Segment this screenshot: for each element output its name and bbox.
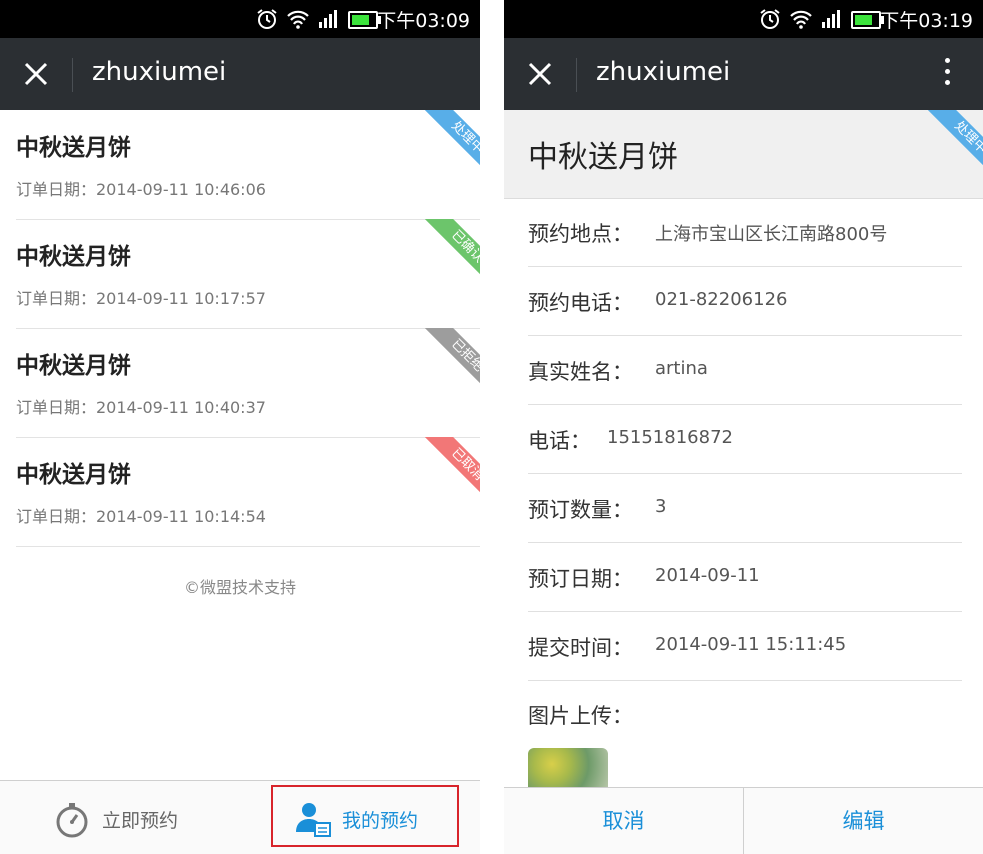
field-label: 预约地点： bbox=[528, 222, 633, 246]
battery-icon bbox=[851, 11, 884, 29]
status-badge: 已确认 bbox=[424, 219, 480, 279]
status-badge: 已取消 bbox=[424, 437, 480, 497]
detail-row-quantity: 预订数量： 3 bbox=[528, 474, 962, 543]
order-item[interactable]: 中秋送月饼 订单日期：2014-09-11 10:14:54 已取消 bbox=[16, 437, 480, 547]
field-value: 15151816872 bbox=[607, 427, 733, 448]
status-time: 下午03:09 bbox=[377, 10, 470, 32]
detail-row-phone: 预约电话： 021-82206126 bbox=[528, 267, 962, 336]
signal-icon bbox=[822, 10, 840, 28]
field-label: 提交时间： bbox=[528, 636, 633, 660]
order-item[interactable]: 中秋送月饼 订单日期：2014-09-11 10:40:37 已拒绝 bbox=[16, 328, 480, 438]
status-badge: 已拒绝 bbox=[424, 328, 480, 388]
wifi-icon bbox=[790, 10, 812, 29]
wifi-icon bbox=[287, 10, 309, 29]
field-value: 021-82206126 bbox=[655, 289, 788, 310]
field-label: 电话： bbox=[528, 429, 591, 453]
battery-icon bbox=[348, 11, 381, 29]
field-label: 预订日期： bbox=[528, 567, 633, 591]
field-value: 2014-09-11 bbox=[655, 565, 760, 586]
status-ribbon: 已取消 bbox=[420, 437, 480, 497]
status-bar: 下午03:19 bbox=[504, 0, 983, 38]
highlight-box bbox=[271, 785, 459, 847]
title-bar: zhuxiumei bbox=[0, 38, 480, 110]
screen-divider bbox=[480, 0, 504, 854]
detail-row-submitted: 提交时间： 2014-09-11 15:11:45 bbox=[528, 612, 962, 681]
signal-icon bbox=[319, 10, 337, 28]
order-detail-screen: 下午03:19 zhuxiumei 中秋送月饼 处理中 预约地点： 上海市宝山区… bbox=[504, 0, 983, 854]
order-date: 订单日期：2014-09-11 10:46:06 bbox=[16, 180, 266, 199]
field-value: artina bbox=[655, 358, 708, 379]
detail-title: 中秋送月饼 bbox=[528, 140, 678, 175]
status-bar: 下午03:09 bbox=[0, 0, 480, 38]
book-now-tab[interactable]: 立即预约 bbox=[0, 781, 240, 854]
order-item[interactable]: 中秋送月饼 订单日期：2014-09-11 10:46:06 处理中 bbox=[16, 110, 480, 220]
upload-label: 图片上传： bbox=[528, 704, 633, 728]
order-title: 中秋送月饼 bbox=[16, 462, 131, 488]
support-footer: ©微盟技术支持 bbox=[183, 578, 296, 597]
field-value: 上海市宝山区长江南路800号 bbox=[655, 224, 888, 245]
uploaded-image-thumbnail[interactable] bbox=[528, 748, 608, 788]
detail-header: 中秋送月饼 处理中 bbox=[504, 110, 983, 199]
detail-row-name: 真实姓名： artina bbox=[528, 336, 962, 405]
status-ribbon: 处理中 bbox=[420, 110, 480, 170]
status-badge: 处理中 bbox=[927, 110, 983, 170]
page-title: zhuxiumei bbox=[92, 57, 227, 87]
field-value: 3 bbox=[655, 496, 667, 517]
order-title: 中秋送月饼 bbox=[16, 135, 131, 161]
alarm-icon bbox=[760, 9, 780, 29]
order-item[interactable]: 中秋送月饼 订单日期：2014-09-11 10:17:57 已确认 bbox=[16, 219, 480, 329]
status-ribbon: 已拒绝 bbox=[420, 328, 480, 388]
field-label: 真实姓名： bbox=[528, 360, 633, 384]
bottom-nav: 立即预约 我的预约 bbox=[0, 780, 480, 854]
my-orders-screen: 下午03:09 zhuxiumei 中秋送月饼 订单日期：2014-09-11 … bbox=[0, 0, 480, 854]
field-label: 预订数量： bbox=[528, 498, 633, 522]
detail-row-date: 预订日期： 2014-09-11 bbox=[528, 543, 962, 612]
action-bar: 取消 编辑 bbox=[504, 787, 983, 854]
title-bar: zhuxiumei bbox=[504, 38, 983, 110]
status-ribbon: 已确认 bbox=[420, 219, 480, 279]
field-label: 预约电话： bbox=[528, 291, 633, 315]
detail-row-location: 预约地点： 上海市宝山区长江南路800号 bbox=[528, 198, 962, 267]
cancel-button[interactable]: 取消 bbox=[504, 788, 743, 854]
edit-button[interactable]: 编辑 bbox=[744, 788, 983, 854]
page-title: zhuxiumei bbox=[596, 57, 731, 87]
stopwatch-icon bbox=[56, 803, 88, 838]
order-date: 订单日期：2014-09-11 10:14:54 bbox=[16, 507, 266, 526]
title-separator bbox=[72, 58, 73, 92]
title-separator bbox=[576, 58, 577, 92]
order-title: 中秋送月饼 bbox=[16, 244, 131, 270]
status-time: 下午03:19 bbox=[880, 10, 973, 32]
detail-row-tel: 电话： 15151816872 bbox=[528, 405, 962, 474]
order-date: 订单日期：2014-09-11 10:17:57 bbox=[16, 289, 266, 308]
close-icon[interactable] bbox=[522, 56, 558, 92]
status-badge: 处理中 bbox=[424, 110, 480, 170]
field-value: 2014-09-11 15:11:45 bbox=[655, 634, 847, 655]
alarm-icon bbox=[257, 9, 277, 29]
order-title: 中秋送月饼 bbox=[16, 353, 131, 379]
close-icon[interactable] bbox=[18, 56, 54, 92]
status-ribbon: 处理中 bbox=[923, 110, 983, 170]
book-now-label: 立即预约 bbox=[102, 810, 179, 832]
more-menu-icon[interactable] bbox=[941, 58, 953, 92]
order-date: 订单日期：2014-09-11 10:40:37 bbox=[16, 398, 266, 417]
